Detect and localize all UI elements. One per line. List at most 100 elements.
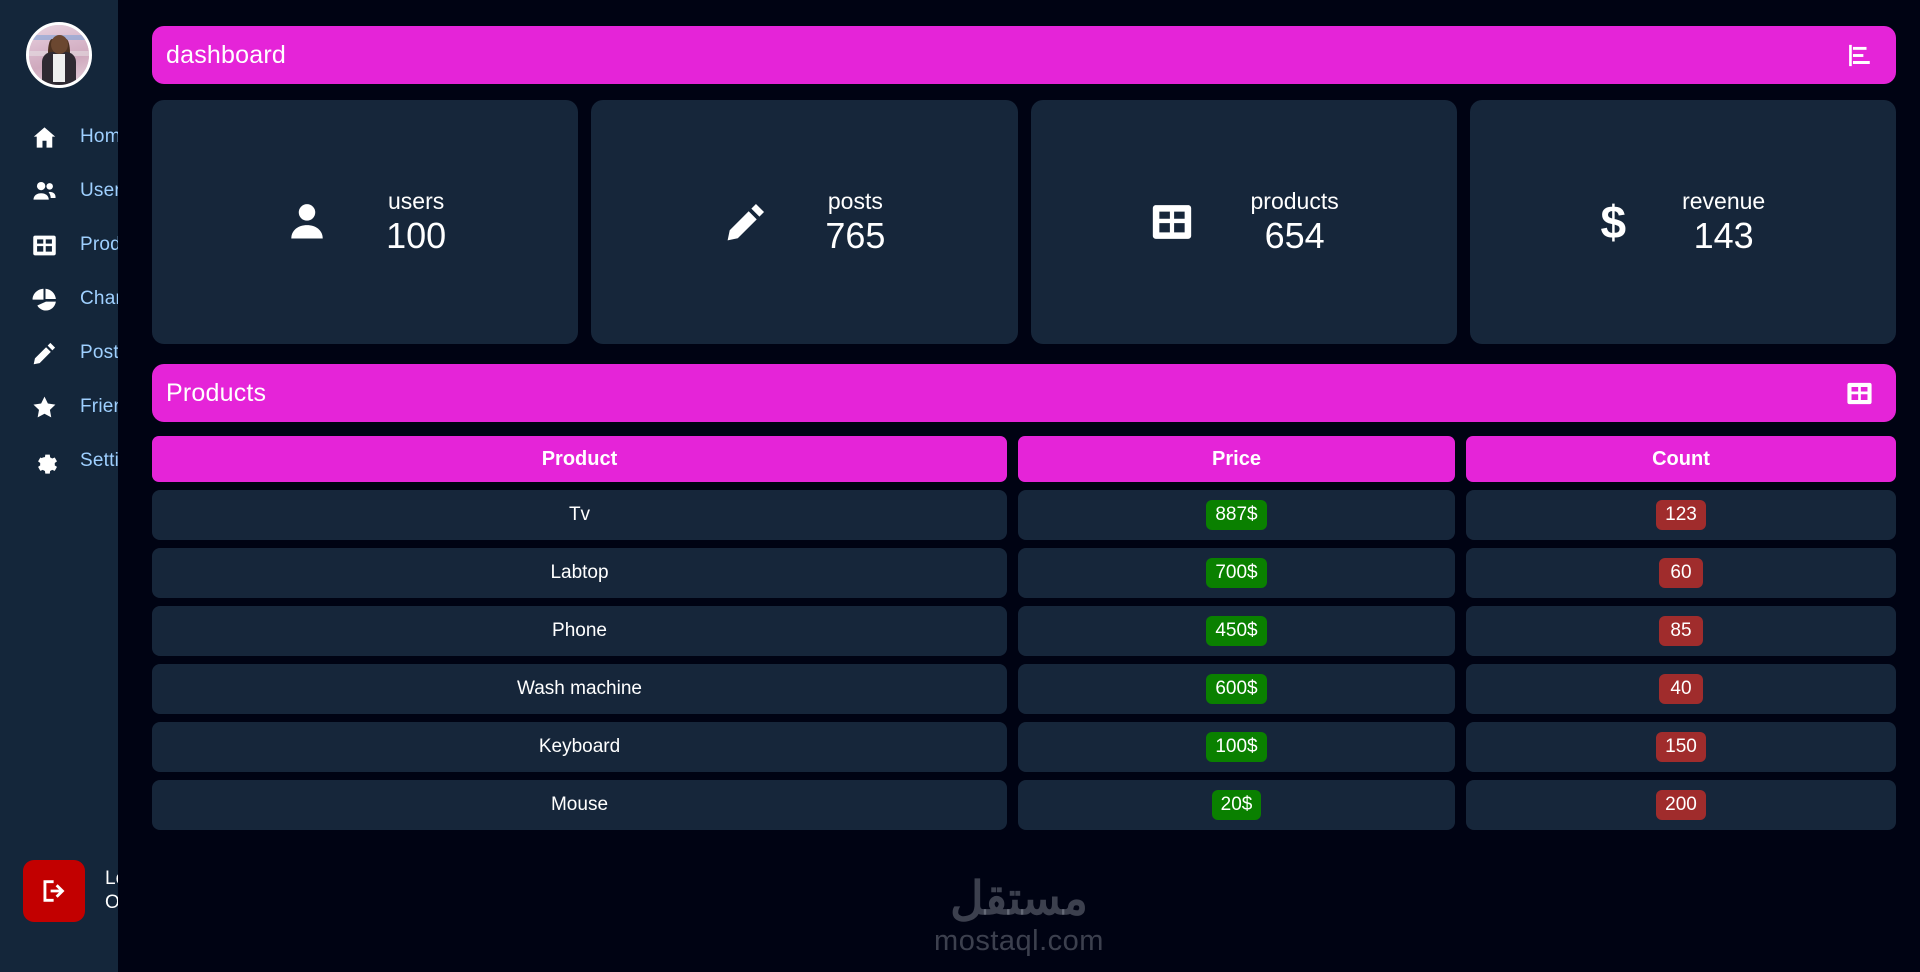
pencil-icon bbox=[30, 339, 58, 367]
sidebar-item-users[interactable]: Users bbox=[0, 164, 118, 218]
count-badge: 150 bbox=[1656, 732, 1706, 762]
column-header-product[interactable]: Product bbox=[152, 436, 1007, 482]
avatar-head bbox=[51, 34, 68, 54]
cell-price: 100$ bbox=[1018, 722, 1455, 772]
page-title: dashboard bbox=[166, 40, 286, 69]
table-icon bbox=[1149, 199, 1195, 245]
app-root: Home Users Products Charts bbox=[0, 0, 1920, 972]
sidebar-item-posts[interactable]: Posts bbox=[0, 326, 118, 380]
stat-label: posts bbox=[827, 188, 883, 214]
sidebar-item-label: Users bbox=[80, 180, 118, 201]
sidebar-item-home[interactable]: Home bbox=[0, 110, 118, 164]
price-badge: 450$ bbox=[1206, 616, 1267, 646]
stat-text: revenue 143 bbox=[1682, 187, 1765, 257]
sidebar-nav: Home Users Products Charts bbox=[0, 110, 118, 488]
table-icon[interactable] bbox=[1845, 379, 1874, 408]
sidebar-item-settings[interactable]: Settings bbox=[0, 434, 118, 488]
stat-card-users[interactable]: users 100 bbox=[152, 100, 579, 344]
cell-count: 123 bbox=[1466, 490, 1896, 540]
price-badge: 887$ bbox=[1206, 500, 1267, 530]
sidebar-item-label: Posts bbox=[80, 342, 118, 363]
count-badge: 85 bbox=[1659, 616, 1703, 646]
dollar-icon: $ bbox=[1600, 196, 1627, 248]
table-row[interactable]: Labtop 700$ 60 bbox=[152, 548, 1896, 598]
table-icon bbox=[30, 231, 58, 259]
count-badge: 60 bbox=[1659, 558, 1703, 588]
sidebar-item-products[interactable]: Products bbox=[0, 218, 118, 272]
table-header-row: Product Price Count bbox=[152, 436, 1896, 482]
stat-card-posts[interactable]: posts 765 bbox=[591, 100, 1018, 344]
avatar[interactable] bbox=[26, 22, 92, 88]
page-header: dashboard bbox=[152, 26, 1896, 84]
stat-value: 100 bbox=[386, 215, 447, 256]
stat-value: 654 bbox=[1264, 215, 1325, 256]
count-badge: 200 bbox=[1656, 790, 1706, 820]
main-content: dashboard users 100 posts 765 products 6… bbox=[118, 0, 1920, 972]
price-badge: 700$ bbox=[1206, 558, 1267, 588]
count-badge: 40 bbox=[1659, 674, 1703, 704]
price-badge: 100$ bbox=[1206, 732, 1267, 762]
watermark-latin: mostaql.com bbox=[934, 925, 1104, 957]
cell-count: 60 bbox=[1466, 548, 1896, 598]
pencil-icon bbox=[723, 199, 769, 245]
stat-card-revenue[interactable]: $ revenue 143 bbox=[1469, 100, 1896, 344]
products-section-header: Products bbox=[152, 364, 1896, 422]
watermark-arabic: مستقل bbox=[950, 872, 1088, 924]
cell-count: 40 bbox=[1466, 664, 1896, 714]
cell-price: 450$ bbox=[1018, 606, 1455, 656]
cell-product: Keyboard bbox=[152, 722, 1007, 772]
cell-price: 600$ bbox=[1018, 664, 1455, 714]
stat-text: posts 765 bbox=[825, 187, 885, 257]
table-row[interactable]: Mouse 20$ 200 bbox=[152, 780, 1896, 830]
cell-price: 700$ bbox=[1018, 548, 1455, 598]
person-icon bbox=[284, 199, 330, 245]
table-row[interactable]: Phone 450$ 85 bbox=[152, 606, 1896, 656]
cell-count: 85 bbox=[1466, 606, 1896, 656]
cell-price: 887$ bbox=[1018, 490, 1455, 540]
sidebar-item-charts[interactable]: Charts bbox=[0, 272, 118, 326]
users-icon bbox=[30, 177, 58, 205]
logout-line-2: Out bbox=[105, 892, 118, 913]
cell-count: 200 bbox=[1466, 780, 1896, 830]
home-icon bbox=[30, 123, 58, 151]
column-header-count[interactable]: Count bbox=[1466, 436, 1896, 482]
table-row[interactable]: Keyboard 100$ 150 bbox=[152, 722, 1896, 772]
cell-product: Tv bbox=[152, 490, 1007, 540]
cell-product: Phone bbox=[152, 606, 1007, 656]
price-badge: 600$ bbox=[1206, 674, 1267, 704]
products-section-title: Products bbox=[166, 378, 267, 407]
stat-text: products 654 bbox=[1251, 187, 1339, 257]
star-icon bbox=[30, 393, 58, 421]
table-row[interactable]: Tv 887$ 123 bbox=[152, 490, 1896, 540]
bar-chart-icon[interactable] bbox=[1845, 41, 1874, 70]
cell-price: 20$ bbox=[1018, 780, 1455, 830]
stat-value: 143 bbox=[1693, 215, 1754, 256]
stat-label: revenue bbox=[1682, 188, 1766, 214]
sidebar-item-label: Charts bbox=[80, 288, 118, 309]
gear-icon bbox=[30, 447, 58, 475]
sidebar-item-label: Friends bbox=[80, 396, 118, 417]
stat-value: 765 bbox=[825, 215, 886, 256]
pie-chart-icon bbox=[30, 285, 58, 313]
cell-product: Wash machine bbox=[152, 664, 1007, 714]
products-table: Product Price Count Tv 887$ 123 Labtop 7… bbox=[152, 436, 1896, 830]
stat-card-products[interactable]: products 654 bbox=[1030, 100, 1457, 344]
logout-button[interactable]: Log Out bbox=[23, 860, 118, 922]
sidebar-item-label: Products bbox=[80, 234, 118, 255]
cell-product: Mouse bbox=[152, 780, 1007, 830]
logout-icon bbox=[23, 860, 85, 922]
column-header-price[interactable]: Price bbox=[1018, 436, 1455, 482]
logout-line-1: Log bbox=[105, 868, 118, 889]
sidebar-item-friends[interactable]: Friends bbox=[0, 380, 118, 434]
cell-product: Labtop bbox=[152, 548, 1007, 598]
avatar-shirt bbox=[53, 53, 65, 82]
sidebar-item-label: Home bbox=[80, 126, 118, 147]
stat-text: users 100 bbox=[386, 187, 446, 257]
stat-label: users bbox=[387, 188, 445, 214]
sidebar: Home Users Products Charts bbox=[0, 0, 118, 972]
stat-label: products bbox=[1250, 188, 1339, 214]
count-badge: 123 bbox=[1656, 500, 1706, 530]
sidebar-item-label: Settings bbox=[80, 450, 118, 471]
price-badge: 20$ bbox=[1211, 790, 1262, 820]
table-row[interactable]: Wash machine 600$ 40 bbox=[152, 664, 1896, 714]
